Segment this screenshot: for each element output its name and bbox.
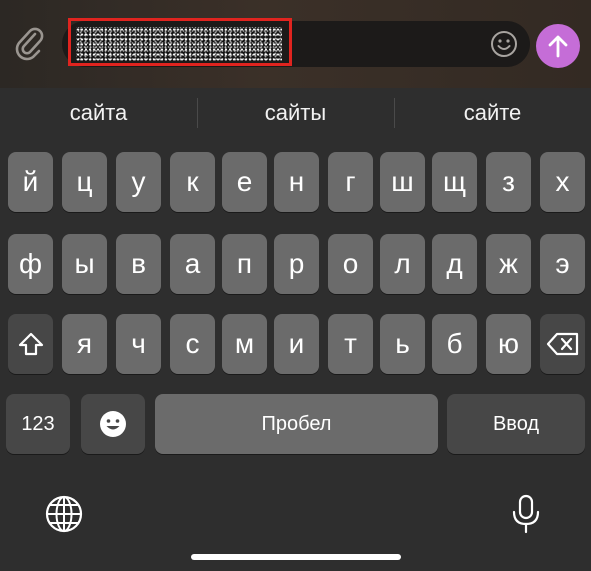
key-letter[interactable]: т <box>328 314 373 374</box>
key-letter[interactable]: д <box>432 234 477 294</box>
microphone-icon <box>512 494 540 534</box>
key-letter[interactable]: у <box>116 152 161 212</box>
emoji-button[interactable] <box>490 30 518 58</box>
suggestion-bar: сайта сайты сайте <box>0 88 591 138</box>
highlight-box <box>68 18 292 66</box>
key-letter[interactable]: ш <box>380 152 425 212</box>
key-letter[interactable]: м <box>222 314 267 374</box>
home-indicator <box>191 554 401 560</box>
compose-bar <box>0 0 591 88</box>
key-letter[interactable]: э <box>540 234 585 294</box>
key-letter[interactable]: ц <box>62 152 107 212</box>
message-input[interactable] <box>62 18 530 67</box>
emoji-key[interactable] <box>81 394 145 454</box>
send-button[interactable] <box>536 24 580 68</box>
key-letter[interactable]: и <box>274 314 319 374</box>
key-letter[interactable]: к <box>170 152 215 212</box>
suggestion-1[interactable]: сайта <box>0 88 197 138</box>
shift-key[interactable] <box>8 314 53 374</box>
key-letter[interactable]: ь <box>380 314 425 374</box>
dictation-button[interactable] <box>508 494 544 534</box>
key-letter[interactable]: г <box>328 152 373 212</box>
keyboard: сайта сайты сайте й ц у к е н г ш щ з х … <box>0 88 591 571</box>
key-letter[interactable]: е <box>222 152 267 212</box>
suggestion-2[interactable]: сайты <box>197 88 394 138</box>
key-letter[interactable]: ч <box>116 314 161 374</box>
globe-icon <box>45 495 83 533</box>
paperclip-icon <box>15 27 44 61</box>
arrow-up-icon <box>548 35 568 58</box>
key-letter[interactable]: с <box>170 314 215 374</box>
suggestion-3[interactable]: сайте <box>394 88 591 138</box>
key-letter[interactable]: н <box>274 152 319 212</box>
key-letter[interactable]: п <box>222 234 267 294</box>
key-letter[interactable]: б <box>432 314 477 374</box>
emoji-icon <box>100 411 126 437</box>
key-letter[interactable]: а <box>170 234 215 294</box>
key-letter[interactable]: я <box>62 314 107 374</box>
key-letter[interactable]: ф <box>8 234 53 294</box>
shift-arrow-icon <box>18 332 43 356</box>
key-letter[interactable]: р <box>274 234 319 294</box>
globe-button[interactable] <box>44 494 84 534</box>
key-letter[interactable]: з <box>486 152 531 212</box>
key-letter[interactable]: о <box>328 234 373 294</box>
key-letter[interactable]: ы <box>62 234 107 294</box>
numbers-key[interactable]: 123 <box>6 394 70 454</box>
smiley-face-icon <box>491 31 517 57</box>
key-letter[interactable]: в <box>116 234 161 294</box>
key-letter[interactable]: й <box>8 152 53 212</box>
key-letter[interactable]: х <box>540 152 585 212</box>
attach-button[interactable] <box>10 24 50 64</box>
backspace-key[interactable] <box>540 314 585 374</box>
key-letter[interactable]: ю <box>486 314 531 374</box>
backspace-icon <box>546 332 578 356</box>
keyboard-bottom-bar <box>0 488 591 571</box>
key-letter[interactable]: л <box>380 234 425 294</box>
key-letter[interactable]: ж <box>486 234 531 294</box>
key-letter[interactable]: щ <box>432 152 477 212</box>
space-key[interactable]: Пробел <box>155 394 438 454</box>
return-key[interactable]: Ввод <box>447 394 585 454</box>
